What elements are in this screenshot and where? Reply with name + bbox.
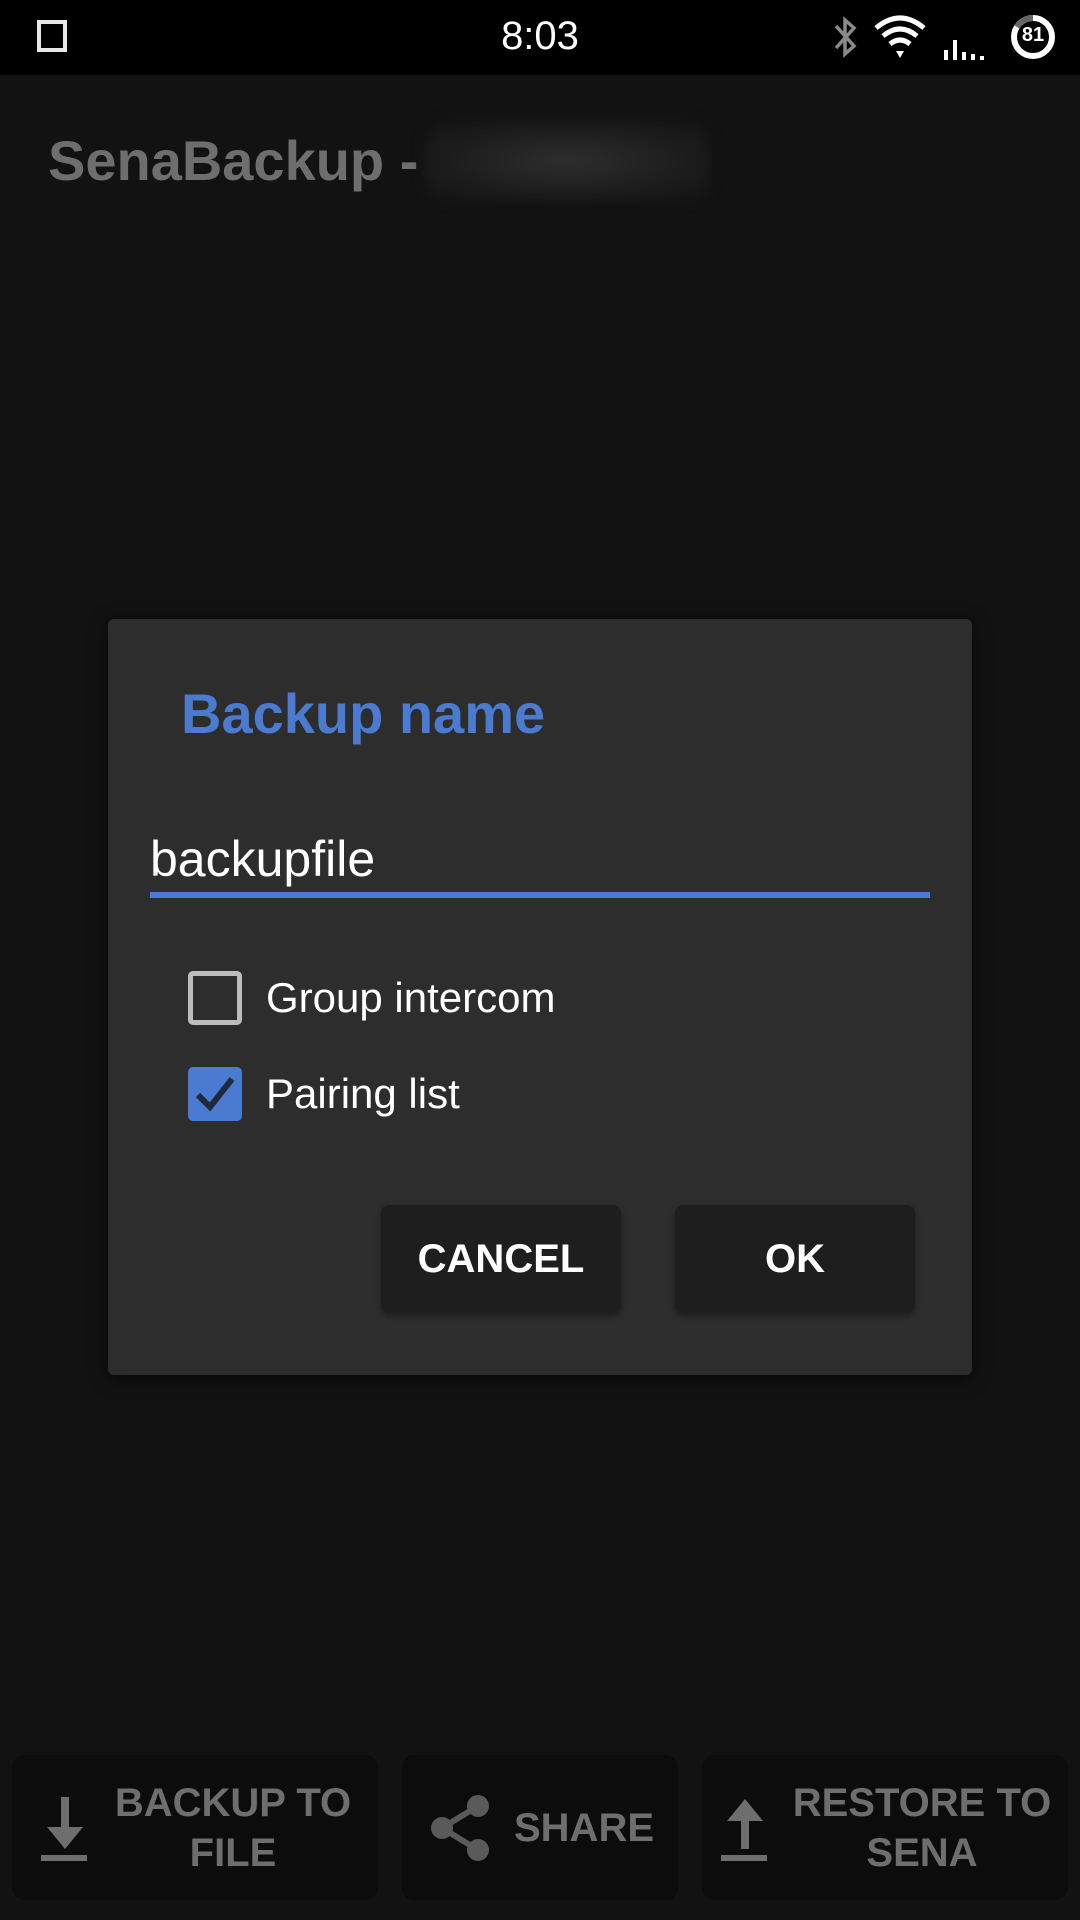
restore-label-line1: RESTORE TO: [792, 1780, 1052, 1825]
backup-name-dialog: Backup name Group intercom Pairing list …: [108, 619, 972, 1375]
checkmark-icon: [195, 1077, 235, 1112]
backup-label-line1: BACKUP TO: [114, 1780, 352, 1825]
download-icon: [40, 1796, 87, 1861]
input-underline: [150, 892, 930, 898]
wifi-icon: [874, 15, 926, 58]
signal-icon: [944, 40, 984, 60]
group-intercom-option[interactable]: Group intercom: [188, 971, 555, 1025]
cancel-button[interactable]: CANCEL: [381, 1205, 621, 1313]
group-intercom-label: Group intercom: [266, 974, 556, 1021]
ok-button[interactable]: OK: [675, 1205, 915, 1313]
dialog-title: Backup name: [181, 682, 546, 745]
backup-to-file-button[interactable]: BACKUP TO FILE: [12, 1755, 378, 1900]
status-bar: 8:03 81: [0, 0, 1080, 75]
restore-label-line2: SENA: [866, 1830, 978, 1875]
share-label: SHARE: [513, 1805, 655, 1850]
pairing-list-label: Pairing list: [266, 1070, 460, 1117]
backup-name-input[interactable]: [150, 819, 930, 899]
group-intercom-checkbox[interactable]: [188, 971, 242, 1025]
bluetooth-icon: [834, 16, 857, 58]
share-button[interactable]: SHARE: [402, 1755, 678, 1900]
pairing-list-option[interactable]: Pairing list: [188, 1067, 460, 1121]
pairing-list-checkbox[interactable]: [188, 1067, 242, 1121]
battery-level: 81: [1021, 24, 1045, 46]
restore-to-sena-button[interactable]: RESTORE TO SENA: [702, 1755, 1068, 1900]
app-title: SenaBackup -: [48, 129, 419, 192]
upload-icon: [720, 1798, 767, 1861]
redacted-device-name: [425, 122, 710, 200]
share-icon: [430, 1794, 489, 1861]
backup-label-line2: FILE: [189, 1830, 277, 1875]
